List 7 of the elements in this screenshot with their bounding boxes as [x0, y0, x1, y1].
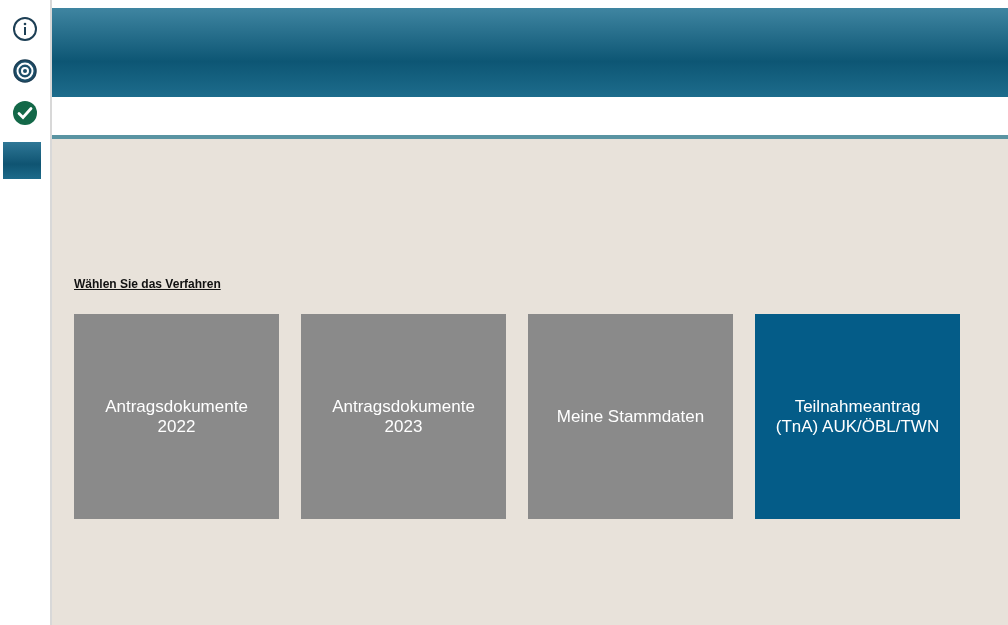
procedure-tile[interactable]: Teilnahmeantrag (TnA) AUK/ÖBL/TWN	[755, 314, 960, 519]
checkmark-icon[interactable]	[12, 100, 38, 126]
procedure-tile[interactable]: Antragsdokumente 2022	[74, 314, 279, 519]
section-title: Wählen Sie das Verfahren	[74, 277, 222, 291]
info-icon[interactable]	[12, 16, 38, 42]
procedure-tile[interactable]: Meine Stammdaten	[528, 314, 733, 519]
procedure-tile[interactable]: Antragsdokumente 2023	[301, 314, 506, 519]
